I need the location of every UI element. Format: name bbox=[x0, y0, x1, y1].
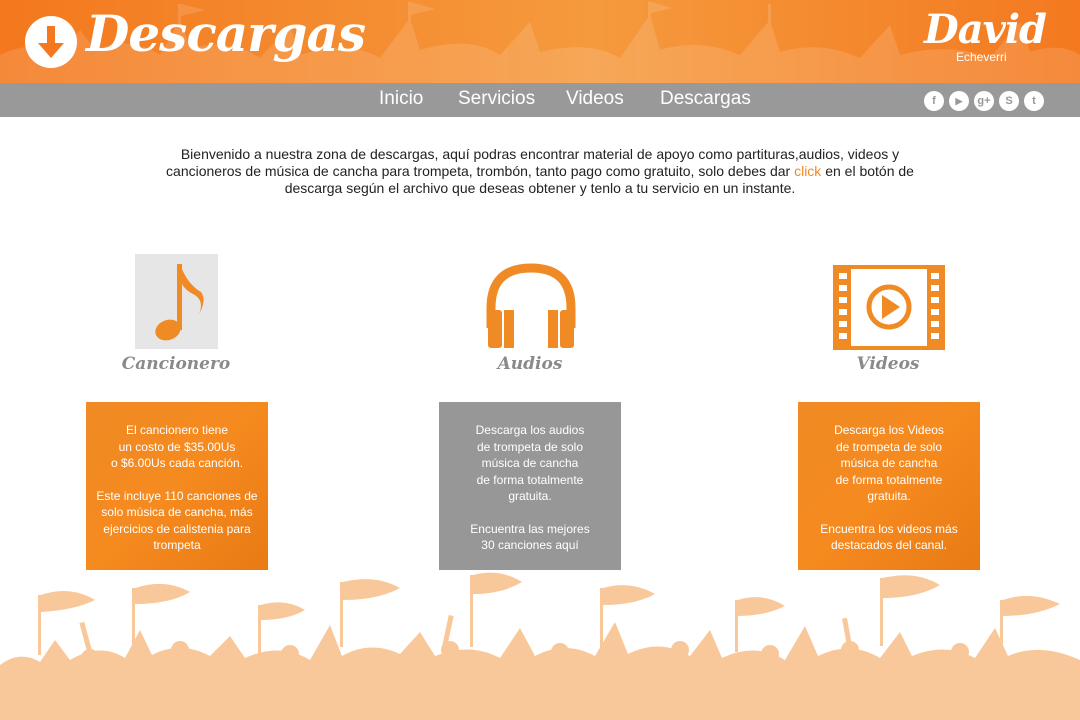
logo-name: David bbox=[924, 6, 1047, 53]
card-cancionero-price: El cancionero tiene un costo de $35.00Us… bbox=[110, 423, 244, 470]
download-icon bbox=[25, 16, 77, 68]
nav-item-inicio[interactable]: Inicio bbox=[379, 88, 423, 110]
card-audios-description: Descarga los audios de trompeta de solo … bbox=[475, 423, 585, 503]
card-videos-description: Descarga los Videos de trompeta de solo … bbox=[834, 423, 944, 503]
headphones-icon[interactable] bbox=[485, 262, 577, 350]
intro-text: Bienvenido a nuestra zona de descargas, … bbox=[150, 146, 930, 197]
header-banner: Descargas David Echeverri bbox=[0, 0, 1080, 83]
category-label-videos: Videos bbox=[856, 354, 920, 374]
crowd-silhouette-bottom bbox=[0, 572, 1080, 720]
video-film-icon[interactable] bbox=[833, 265, 945, 350]
card-cancionero[interactable]: El cancionero tiene un costo de $35.00Us… bbox=[86, 402, 268, 570]
click-link[interactable]: click bbox=[794, 163, 821, 179]
twitter-icon[interactable]: t bbox=[1024, 91, 1044, 111]
nav-item-videos[interactable]: Videos bbox=[566, 88, 624, 110]
card-cancionero-description: Este incluye 110 canciones de solo músic… bbox=[96, 488, 258, 553]
logo-subtitle: Echeverri bbox=[956, 50, 1007, 64]
page-title: Descargas bbox=[86, 4, 366, 63]
youtube-icon[interactable]: ▶ bbox=[949, 91, 969, 111]
nav-item-servicios[interactable]: Servicios bbox=[458, 88, 535, 110]
google-plus-icon[interactable]: g+ bbox=[974, 91, 994, 111]
brand-logo[interactable]: David Echeverri bbox=[910, 6, 1060, 78]
skype-icon[interactable]: S bbox=[999, 91, 1019, 111]
category-label-cancionero: Cancionero bbox=[121, 354, 231, 374]
card-videos-cta: Encuentra los videos más destacados del … bbox=[820, 521, 958, 553]
card-audios-cta: Encuentra las mejores 30 canciones aquí bbox=[470, 521, 590, 553]
card-audios[interactable]: Descarga los audios de trompeta de solo … bbox=[439, 402, 621, 570]
nav-item-descargas[interactable]: Descargas bbox=[660, 88, 751, 110]
main-nav: Inicio Servicios Videos Descargas f ▶ g+… bbox=[0, 83, 1080, 117]
card-videos[interactable]: Descarga los Videos de trompeta de solo … bbox=[798, 402, 980, 570]
music-note-icon[interactable] bbox=[135, 254, 218, 349]
intro-text-start: Bienvenido a nuestra zona de descargas, … bbox=[166, 146, 900, 179]
category-label-audios: Audios bbox=[497, 354, 563, 374]
facebook-icon[interactable]: f bbox=[924, 91, 944, 111]
